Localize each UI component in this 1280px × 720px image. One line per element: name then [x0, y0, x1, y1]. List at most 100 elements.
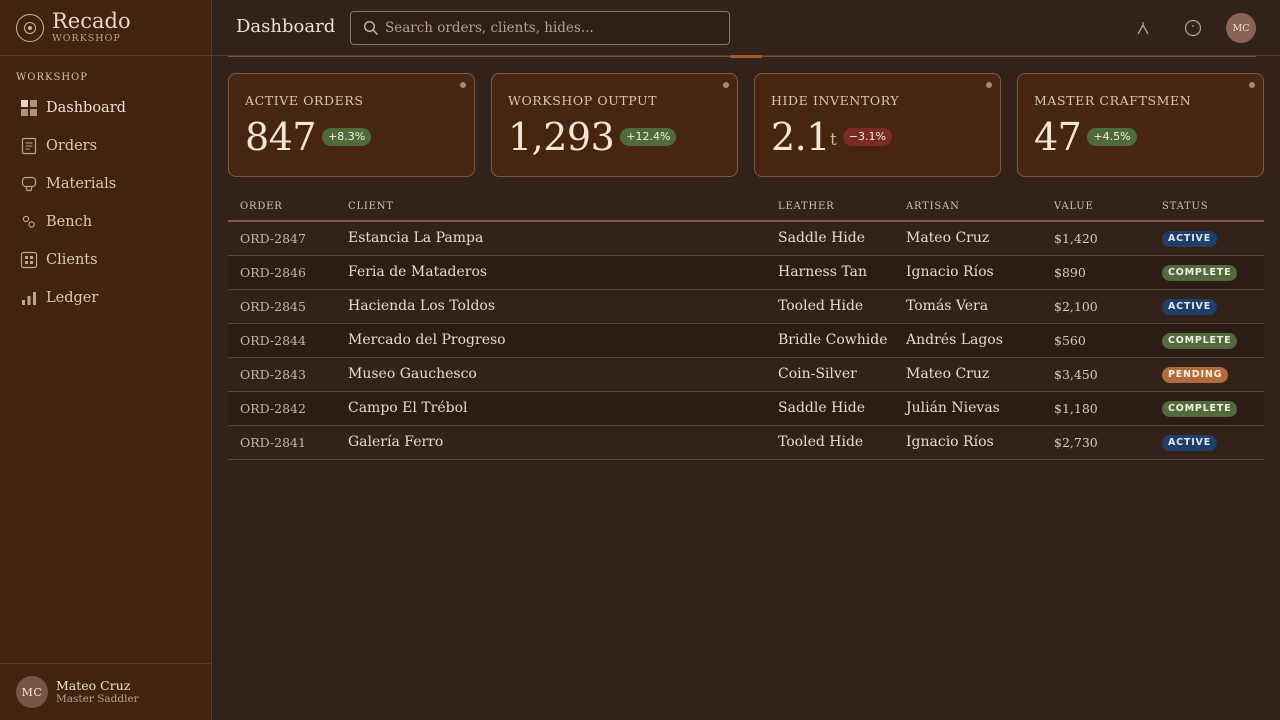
kpi-unit: t — [829, 130, 837, 150]
order-value: $1,420 — [1042, 221, 1150, 256]
sidebar-item-orders[interactable]: Orders — [0, 127, 211, 165]
status-badge: ACTIVE — [1162, 299, 1217, 315]
status-cell: COMPLETE — [1150, 255, 1264, 290]
app-subtitle: WORKSHOP — [52, 33, 121, 44]
order-value: $890 — [1042, 255, 1150, 290]
column-header-artisan[interactable]: ARTISAN — [894, 192, 1042, 222]
app-name: Recado — [52, 9, 131, 33]
leather-type: Tooled Hide — [766, 289, 894, 324]
card-menu-dot[interactable] — [723, 82, 729, 88]
header-avatar[interactable]: MC — [1226, 13, 1256, 43]
trend-badge: +12.4% — [620, 128, 677, 146]
tools-icon — [20, 213, 38, 231]
order-id: ORD-2842 — [228, 391, 336, 426]
trend-badge: +4.5% — [1087, 128, 1137, 146]
order-value: $1,180 — [1042, 391, 1150, 426]
kpi-label: HIDE INVENTORY — [771, 93, 900, 108]
clients-grid-icon — [20, 251, 38, 269]
client-name: Feria de Mataderos — [336, 255, 766, 290]
kpi-card-active-orders[interactable]: ACTIVE ORDERS 847 +8.3% — [228, 73, 475, 177]
kpi-card-master-craftsmen[interactable]: MASTER CRAFTSMEN 47 +4.5% — [1017, 73, 1264, 177]
kpi-card-workshop-output[interactable]: WORKSHOP OUTPUT 1,293 +12.4% — [491, 73, 738, 177]
table-row[interactable]: ORD-2841 Galería Ferro Tooled Hide Ignac… — [228, 425, 1264, 460]
page-title: Dashboard — [236, 16, 336, 37]
column-header-leather[interactable]: LEATHER — [766, 192, 894, 222]
sidebar-item-ledger[interactable]: Ledger — [0, 279, 211, 317]
document-icon — [20, 137, 38, 155]
artisan-name: Andrés Lagos — [894, 323, 1042, 358]
table-row[interactable]: ORD-2846 Feria de Mataderos Harness Tan … — [228, 255, 1264, 290]
kpi-card-hide-inventory[interactable]: HIDE INVENTORY 2.1 t −3.1% — [754, 73, 1001, 177]
sidebar-item-label: Clients — [46, 252, 98, 268]
client-name: Estancia La Pampa — [336, 221, 766, 256]
column-header-order[interactable]: ORDER — [228, 192, 336, 222]
column-header-status[interactable]: STATUS — [1150, 192, 1264, 222]
artisan-name: Julián Nievas — [894, 391, 1042, 426]
leather-type: Harness Tan — [766, 255, 894, 290]
status-cell: PENDING — [1150, 357, 1264, 392]
client-name: Mercado del Progreso — [336, 323, 766, 358]
topbar: Dashboard MC — [212, 0, 1280, 56]
brand[interactable]: Recado WORKSHOP — [0, 0, 211, 56]
table-header-row: ORDER CLIENT LEATHER ARTISAN VALUE STATU… — [228, 192, 1264, 222]
table-row[interactable]: ORD-2845 Hacienda Los Toldos Tooled Hide… — [228, 289, 1264, 324]
sidebar-item-bench[interactable]: Bench — [0, 203, 211, 241]
leather-type: Bridle Cowhide — [766, 323, 894, 358]
client-name: Hacienda Los Toldos — [336, 289, 766, 324]
sidebar-item-materials[interactable]: Materials — [0, 165, 211, 203]
dashboard-grid-icon — [20, 99, 38, 117]
bar-chart-icon — [20, 289, 38, 307]
order-id: ORD-2844 — [228, 323, 336, 358]
awl-icon[interactable] — [1133, 18, 1153, 38]
order-id: ORD-2847 — [228, 221, 336, 256]
order-id: ORD-2843 — [228, 357, 336, 392]
status-cell: ACTIVE — [1150, 289, 1264, 324]
client-name: Galería Ferro — [336, 425, 766, 460]
user-name: Mateo Cruz — [56, 678, 131, 693]
sidebar-item-clients[interactable]: Clients — [0, 241, 211, 279]
table-row[interactable]: ORD-2843 Museo Gauchesco Coin-Silver Mat… — [228, 357, 1264, 392]
table-row[interactable]: ORD-2844 Mercado del Progreso Bridle Cow… — [228, 323, 1264, 358]
status-badge: ACTIVE — [1162, 231, 1217, 248]
card-menu-dot[interactable] — [1249, 82, 1255, 88]
sidebar-item-label: Materials — [46, 176, 117, 192]
card-menu-dot[interactable] — [460, 82, 466, 88]
leather-type: Saddle Hide — [766, 391, 894, 426]
client-name: Museo Gauchesco — [336, 357, 766, 392]
trend-badge: −3.1% — [842, 128, 892, 146]
artisan-name: Tomás Vera — [894, 289, 1042, 324]
trend-badge: +8.3% — [322, 128, 372, 146]
order-id: ORD-2845 — [228, 289, 336, 324]
order-value: $2,730 — [1042, 425, 1150, 460]
kpi-label: WORKSHOP OUTPUT — [508, 93, 658, 108]
sidebar: Recado WORKSHOP WORKSHOP Dashboard Order… — [0, 0, 212, 720]
kpi-value: 847 — [245, 115, 317, 159]
search-input[interactable] — [385, 20, 715, 36]
nav-section-label: WORKSHOP — [16, 72, 88, 83]
kpi-value: 2.1 — [771, 115, 830, 159]
table-row[interactable]: ORD-2842 Campo El Trébol Saddle Hide Jul… — [228, 391, 1264, 426]
leather-type: Coin-Silver — [766, 357, 894, 392]
table-row[interactable]: ORD-2847 Estancia La Pampa Saddle Hide M… — [228, 221, 1264, 256]
search-icon — [363, 20, 385, 36]
order-id: ORD-2841 — [228, 425, 336, 460]
client-name: Campo El Trébol — [336, 391, 766, 426]
sidebar-item-label: Bench — [46, 214, 93, 230]
artisan-name: Mateo Cruz — [894, 357, 1042, 392]
status-cell: COMPLETE — [1150, 323, 1264, 358]
order-value: $2,100 — [1042, 289, 1150, 324]
column-header-client[interactable]: CLIENT — [336, 192, 766, 222]
artisan-name: Ignacio Ríos — [894, 255, 1042, 290]
card-menu-dot[interactable] — [986, 82, 992, 88]
user-card[interactable]: MC Mateo Cruz Master Saddler — [0, 663, 211, 720]
search-box[interactable] — [350, 11, 730, 45]
sidebar-item-dashboard[interactable]: Dashboard — [0, 89, 211, 127]
logo-icon — [16, 13, 44, 42]
accent-indicator — [730, 55, 762, 58]
kpi-label: MASTER CRAFTSMEN — [1034, 93, 1192, 108]
column-header-value[interactable]: VALUE — [1042, 192, 1150, 222]
kpi-label: ACTIVE ORDERS — [245, 93, 364, 108]
help-circle-icon[interactable] — [1183, 18, 1203, 38]
order-value: $3,450 — [1042, 357, 1150, 392]
order-value: $560 — [1042, 323, 1150, 358]
